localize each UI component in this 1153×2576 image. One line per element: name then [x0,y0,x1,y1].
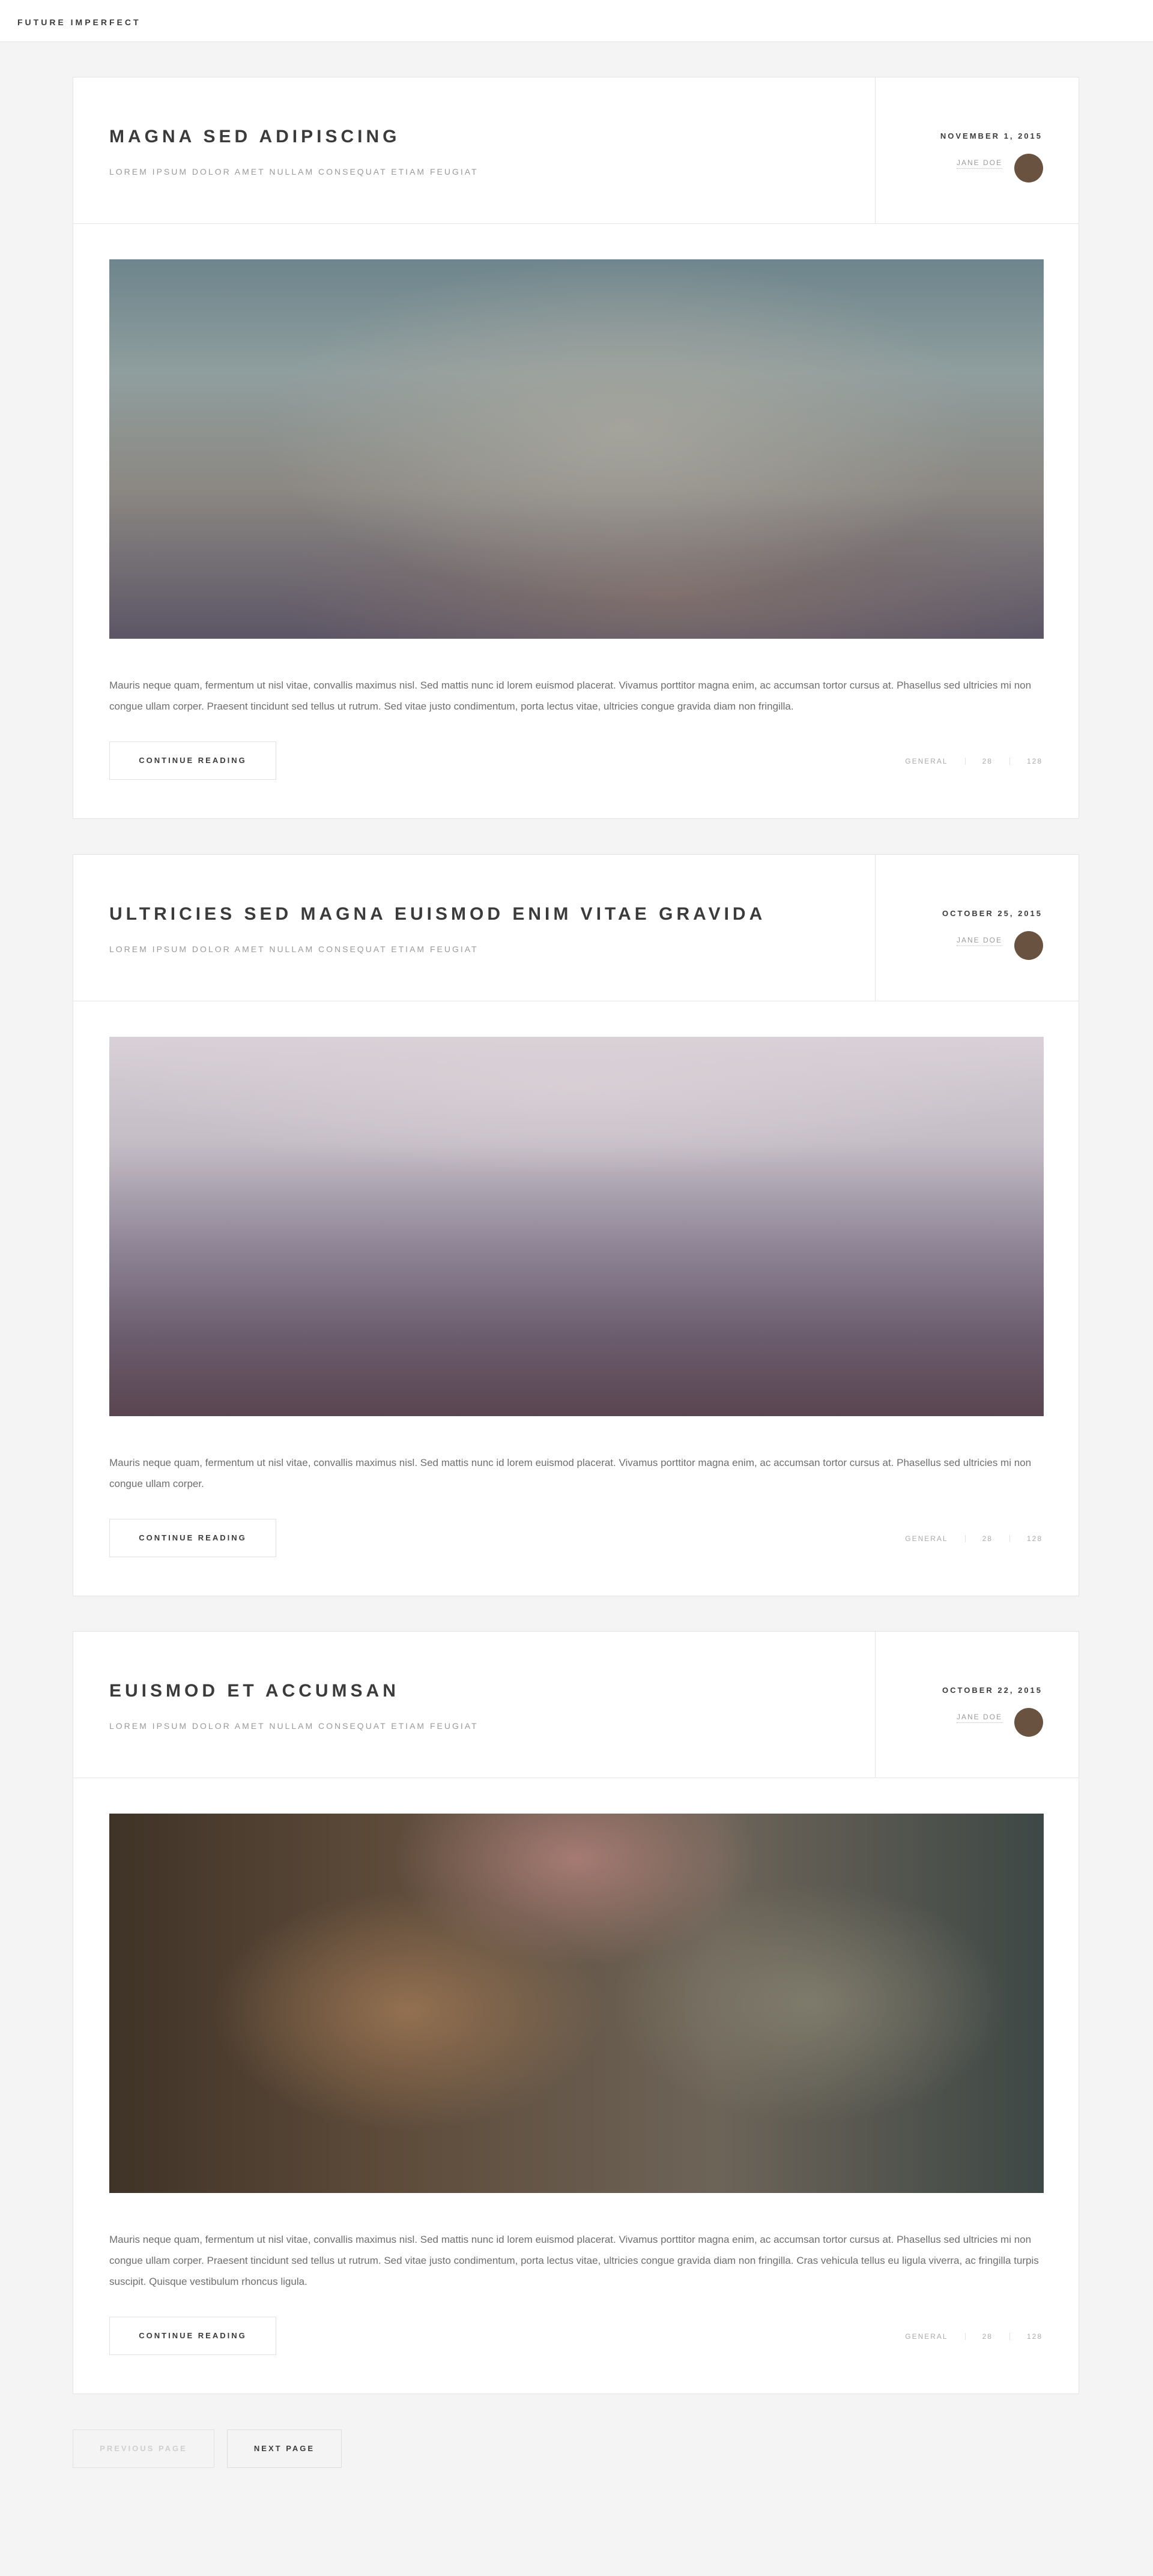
author-avatar[interactable] [1014,1708,1043,1737]
comments-count[interactable]: 128 [1027,757,1043,765]
likes-count[interactable]: 28 [982,1534,993,1543]
post-image[interactable] [109,1814,1044,2193]
post-title[interactable]: MAGNA SED ADIPISCING [109,127,400,147]
category-link[interactable]: GENERAL [905,2332,948,2341]
previous-page-button[interactable]: PREVIOUS PAGE [73,2430,214,2468]
post-card: ULTRICIES SED MAGNA EUISMOD ENIM VITAE G… [73,854,1079,1596]
post-card: MAGNA SED ADIPISCING LOREM IPSUM DOLOR A… [73,77,1079,819]
post-stats: GENERAL 28 128 [905,2332,1043,2341]
comments-count[interactable]: 128 [1027,2332,1043,2341]
post-subtitle: LOREM IPSUM DOLOR AMET NULLAM CONSEQUAT … [109,1721,479,1731]
stats-divider [964,1535,966,1542]
continue-reading-button[interactable]: CONTINUE READING [109,2317,276,2355]
post-subtitle: LOREM IPSUM DOLOR AMET NULLAM CONSEQUAT … [109,944,479,954]
stats-divider [1009,758,1010,765]
post-title[interactable]: ULTRICIES SED MAGNA EUISMOD ENIM VITAE G… [109,904,766,925]
author-name[interactable]: JANE DOE [956,936,1002,946]
stats-divider [964,2333,966,2340]
post-date: OCTOBER 25, 2015 [942,909,1043,918]
site-header: FUTURE IMPERFECT [0,0,1153,42]
stats-divider [1009,2333,1010,2340]
post-card: EUISMOD ET ACCUMSAN LOREM IPSUM DOLOR AM… [73,1631,1079,2394]
author-name[interactable]: JANE DOE [956,158,1002,169]
post-excerpt: Mauris neque quam, fermentum ut nisl vit… [109,680,1032,712]
next-page-button[interactable]: NEXT PAGE [227,2430,342,2468]
post-meta: OCTOBER 25, 2015 JANE DOE [875,855,1079,1001]
site-title[interactable]: FUTURE IMPERFECT [17,17,141,27]
post-excerpt: Mauris neque quam, fermentum ut nisl vit… [109,2234,1039,2287]
post-meta: NOVEMBER 1, 2015 JANE DOE [875,77,1079,223]
author-avatar[interactable] [1014,154,1043,182]
continue-reading-button[interactable]: CONTINUE READING [109,741,276,780]
category-link[interactable]: GENERAL [905,757,948,765]
post-date: NOVEMBER 1, 2015 [940,131,1043,140]
post-stats: GENERAL 28 128 [905,757,1043,765]
post-header: EUISMOD ET ACCUMSAN LOREM IPSUM DOLOR AM… [73,1632,1079,1778]
author-name[interactable]: JANE DOE [956,1713,1002,1723]
post-date: OCTOBER 22, 2015 [942,1686,1043,1695]
post-stats: GENERAL 28 128 [905,1534,1043,1543]
likes-count[interactable]: 28 [982,757,993,765]
stats-divider [1009,1535,1010,1542]
post-meta: OCTOBER 22, 2015 JANE DOE [875,1632,1079,1778]
comments-count[interactable]: 128 [1027,1534,1043,1543]
post-image[interactable] [109,259,1044,639]
author-avatar[interactable] [1014,931,1043,960]
stats-divider [964,758,966,765]
post-image[interactable] [109,1037,1044,1416]
post-header: ULTRICIES SED MAGNA EUISMOD ENIM VITAE G… [73,855,1079,1001]
likes-count[interactable]: 28 [982,2332,993,2341]
post-title[interactable]: EUISMOD ET ACCUMSAN [109,1681,399,1701]
post-subtitle: LOREM IPSUM DOLOR AMET NULLAM CONSEQUAT … [109,167,479,176]
category-link[interactable]: GENERAL [905,1534,948,1543]
post-header: MAGNA SED ADIPISCING LOREM IPSUM DOLOR A… [73,77,1079,224]
continue-reading-button[interactable]: CONTINUE READING [109,1519,276,1557]
post-excerpt: Mauris neque quam, fermentum ut nisl vit… [109,1457,1032,1489]
